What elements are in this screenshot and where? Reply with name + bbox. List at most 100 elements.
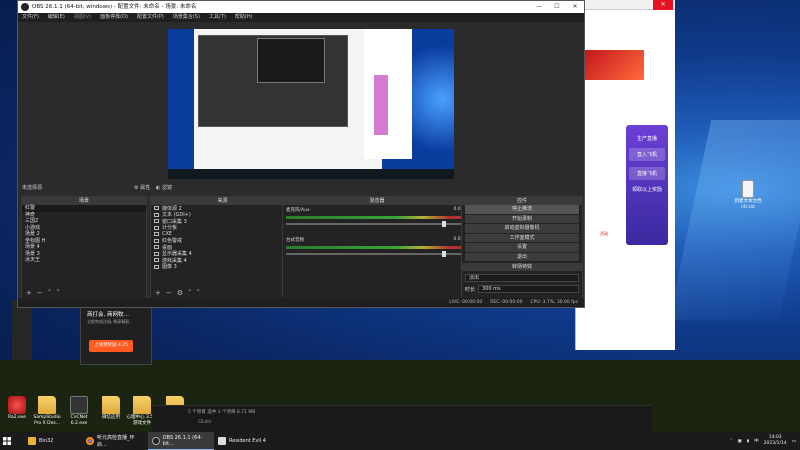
properties-button[interactable]: ⚙ 属性 <box>134 183 150 193</box>
desktop-icon-label: SampStudio Pro X Des... <box>33 415 61 426</box>
taskbar-item-label: OBS 26.1.1 (64-bit... <box>162 434 203 447</box>
network-icon[interactable]: ▣ <box>738 439 742 444</box>
transition-select[interactable]: 淡出 <box>465 274 579 282</box>
add-source-button[interactable]: + <box>155 289 161 298</box>
menu-help[interactable]: 帮助(H) <box>235 13 253 22</box>
channel-name: 台式音频 <box>286 238 304 243</box>
controls-header: 控件 <box>462 197 582 205</box>
scene-item[interactable]: 冰天王 <box>22 257 146 264</box>
preview-promo-strip <box>374 75 388 135</box>
volume-slider[interactable] <box>286 251 468 257</box>
preview-desktop <box>412 29 454 169</box>
move-up-icon[interactable]: ˄ <box>48 289 52 298</box>
scenes-list: 红警 神奇 三国2 小游戏 场景 2 坐标图 H 场景 4 场景 3 冰天王 <box>22 205 146 264</box>
taskbar-item-bin32[interactable]: Bin32 <box>24 432 80 450</box>
volume-icon[interactable]: ◖ <box>747 439 749 444</box>
taskbar-item-label: Bin32 <box>39 438 54 444</box>
menu-profile[interactable]: 配置文件(P) <box>137 13 164 22</box>
menu-docks[interactable]: 面板停靠(D) <box>100 13 128 22</box>
source-settings-gear-icon[interactable]: ⚙ <box>177 289 183 298</box>
taskbar-item-chrome[interactable]: 听元高检直播_环启... <box>82 432 148 450</box>
move-down-icon[interactable]: ˅ <box>197 289 201 298</box>
exit-button[interactable]: 退出 <box>465 252 579 261</box>
maximize-button[interactable]: ☐ <box>548 1 566 13</box>
menu-view[interactable]: 视图(V) <box>74 13 91 22</box>
start-button[interactable] <box>0 432 14 450</box>
folder-icon <box>38 396 56 414</box>
live-timer: LIVE: 00:00:00 <box>449 300 483 305</box>
input-method-indicator[interactable]: 中 <box>754 438 759 444</box>
sources-list: 媒体源 2◉▮ 文本 (GDI+)◉▮ 窗口采集 3◉▮ 计分板◉▮ CXE◉▮… <box>151 205 294 270</box>
mixer-channel-desktop: 台式音频 0.0 dB <box>283 235 471 265</box>
move-down-icon[interactable]: ˅ <box>56 289 60 298</box>
minimize-button[interactable]: — <box>530 1 548 13</box>
desktop-icon-text-file[interactable]: 新建文本文档 (4).txt <box>728 180 768 210</box>
browser-source-icon <box>154 225 159 230</box>
cpu-fps-readout: CPU: 3.7%, 30.00 fps <box>530 300 579 305</box>
cncnet-app-icon <box>70 396 88 414</box>
text-source-icon <box>154 212 159 217</box>
source-item[interactable]: 计分板◉▮ <box>151 225 294 232</box>
obs-window[interactable]: OBS 26.1.1 (64-bit, windows) - 配置文件: 未命名… <box>17 0 585 308</box>
stop-streaming-button[interactable]: 停止推流 <box>465 205 579 214</box>
menu-tools[interactable]: 工具(T) <box>209 13 226 22</box>
duration-input[interactable]: 300 ms <box>478 285 579 293</box>
obs-titlebar[interactable]: OBS 26.1.1 (64-bit, windows) - 配置文件: 未命名… <box>18 1 584 13</box>
monitor-icon <box>154 245 159 250</box>
obs-preview-canvas[interactable] <box>168 29 454 179</box>
taskbar-item-resident-evil[interactable]: Resident Evil 4 <box>214 432 278 450</box>
wallpaper-light-beam <box>668 120 800 320</box>
taskbar-item-obs[interactable]: OBS 26.1.1 (64-bit... <box>148 432 214 450</box>
studio-mode-button[interactable]: 工作室模式 <box>465 233 579 242</box>
folder-icon <box>28 437 36 445</box>
taskbar-item-label: 听元高检直播_环启... <box>96 435 135 448</box>
desktop-icon-wechat[interactable]: 微信应用 <box>94 396 128 421</box>
desktop-icon-cncnet[interactable]: CnCNet 6.2.exe <box>62 396 96 426</box>
promo-item[interactable]: 直入飞机 <box>629 148 665 161</box>
browser-notice-text: 活动 <box>600 231 608 236</box>
windows-taskbar: Bin32 听元高检直播_环启... OBS 26.1.1 (64-bit...… <box>0 432 800 450</box>
notification-icon[interactable]: ▭ <box>792 439 796 444</box>
channel-name: 麦克风/Aux <box>286 208 310 213</box>
virtual-camera-button[interactable]: 启动虚拟摄像机 <box>465 224 579 233</box>
popup-action-button[interactable]: 上线领奖励 4.25 <box>89 340 133 352</box>
transition-duration-row: 时长 300 ms <box>465 285 579 293</box>
tray-expand-icon[interactable]: ˄ <box>730 439 732 444</box>
volume-slider[interactable] <box>286 221 468 227</box>
settings-button[interactable]: 设置 <box>465 243 579 252</box>
browser-window[interactable]: ✕ 生产直播 直入飞机 直接飞机 领取以上奖励 活动 <box>575 0 675 350</box>
source-name: 计分板 <box>162 225 178 232</box>
clock[interactable]: 14:03 2023/1/14 <box>764 435 787 447</box>
desktop-icon-ra2[interactable]: Ra2.exe <box>0 396 34 421</box>
desktop-icon-label: 新建文本文档 (4).txt <box>734 199 762 210</box>
preview-taskbar <box>168 169 454 179</box>
move-up-icon[interactable]: ˄ <box>188 289 192 298</box>
browser-promo-panel[interactable]: 生产直播 直入飞机 直接飞机 领取以上奖励 <box>626 125 668 245</box>
remove-scene-button[interactable]: − <box>37 289 43 298</box>
no-source-selected-label: 未选择源 <box>22 185 43 191</box>
obs-window-title: OBS 26.1.1 (64-bit, windows) - 配置文件: 未命名… <box>32 4 197 10</box>
menu-file[interactable]: 文件(F) <box>22 13 39 22</box>
folder-icon <box>102 396 120 414</box>
promo-item[interactable]: 直接飞机 <box>629 167 665 180</box>
filters-button[interactable]: ◐ 滤镜 <box>156 183 172 193</box>
source-item[interactable]: 图像 3◉▮ <box>151 264 294 271</box>
remove-source-button[interactable]: − <box>166 289 172 298</box>
start-recording-button[interactable]: 开始录制 <box>465 214 579 223</box>
chrome-icon <box>86 437 94 445</box>
ra2-app-icon <box>8 396 26 414</box>
source-name: 图像 3 <box>162 264 177 271</box>
promo-popup-window[interactable]: 商打会, 商网牧… 立即完成注册, 畅享精彩 上线领奖励 4.25 <box>80 305 152 365</box>
desktop-icon-sampstudio[interactable]: SampStudio Pro X Des... <box>30 396 64 426</box>
browser-close-button[interactable]: ✕ <box>653 0 673 10</box>
game-capture-icon <box>154 258 159 263</box>
transitions-header: 转场特效 <box>462 263 582 271</box>
windows-logo-icon <box>3 437 11 445</box>
add-scene-button[interactable]: + <box>26 289 32 298</box>
menu-edit[interactable]: 编辑(E) <box>48 13 65 22</box>
taskbar-item-label: Resident Evil 4 <box>229 438 266 444</box>
menu-scene-collection[interactable]: 场景集合(S) <box>173 13 200 22</box>
file-explorer-statusbar: 5 个项目 选中 1 个项目 8.71 MB CEuhit <box>152 405 652 432</box>
system-tray: ˄ ▣ ◖ 中 14:03 2023/1/14 ▭ <box>730 432 796 450</box>
close-button[interactable]: ✕ <box>566 1 584 13</box>
